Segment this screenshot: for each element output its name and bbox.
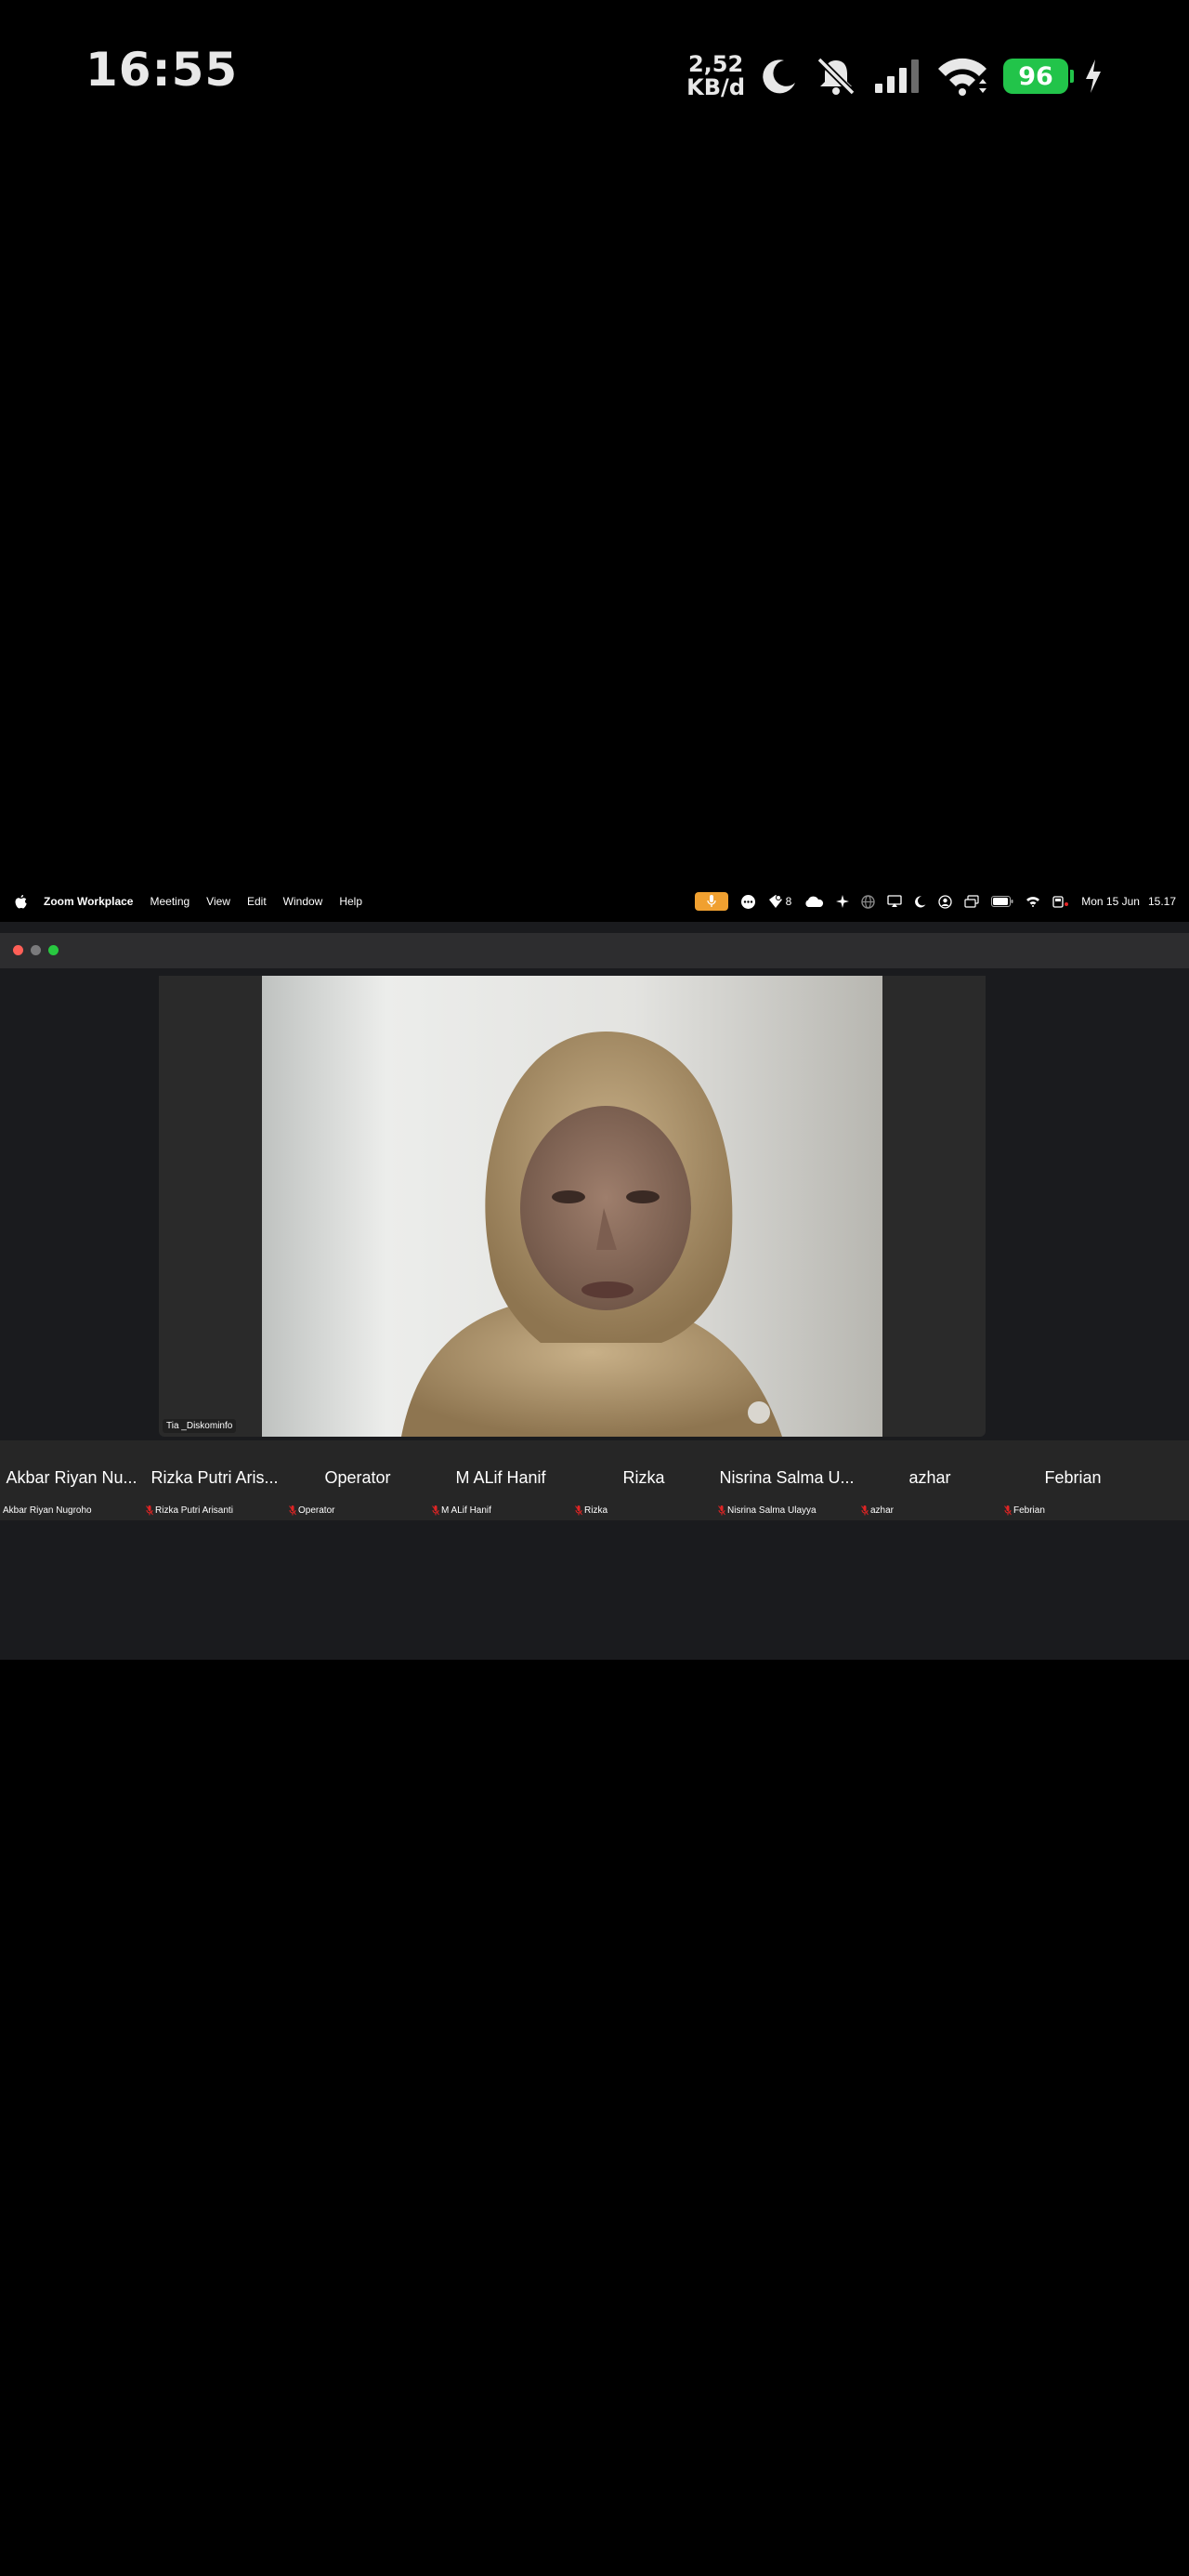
participant-tile-label: M ALif Hanif [455,1468,546,1487]
charging-bolt-icon [1083,58,1104,95]
participant-tile-label: Rizka [622,1468,665,1487]
participant-tile-label: Rizka Putri Aris... [150,1468,279,1487]
participant-name-tag: Operator [289,1505,334,1516]
battery-icon[interactable] [991,896,1013,907]
menu-window[interactable]: Window [283,895,323,908]
sparkle-icon[interactable] [836,895,850,908]
bell-muted-icon [814,56,858,97]
moon-icon [760,57,799,96]
participant-tile-label: azhar [908,1468,951,1487]
maximize-window-button[interactable] [48,945,59,955]
muted-mic-icon [575,1505,582,1516]
muted-mic-icon [1004,1505,1012,1516]
globe-icon[interactable] [861,894,875,909]
participant-tile[interactable]: Nisrina Salma U... Nisrina Salma Ulayya [715,1440,858,1520]
participant-full-name: azhar [870,1505,895,1516]
network-speed-value: 2,52 [687,51,744,77]
participant-tile[interactable]: Rizka Putri Aris... Rizka Putri Arisanti [143,1440,286,1520]
participant-name-tag: Febrian [1004,1505,1045,1516]
android-status-bar: 16:55 2,52 KB/d 96 [0,0,1189,149]
participant-full-name: Rizka [584,1505,608,1516]
close-window-button[interactable] [13,945,23,955]
apple-logo-icon[interactable] [15,894,27,909]
participant-tile-label: Operator [324,1468,391,1487]
menu-edit[interactable]: Edit [247,895,267,908]
active-speaker-tile[interactable]: Tia _Diskominfo [159,976,986,1437]
participant-gallery-strip: Akbar Riyan Nu... Akbar Riyan Nugroho Ri… [0,1440,1189,1520]
participant-full-name: Rizka Putri Arisanti [155,1505,233,1516]
participant-name-tag: M ALif Hanif [432,1505,491,1516]
muted-mic-icon [146,1505,153,1516]
network-speed: 2,52 KB/d [686,53,745,99]
menu-bar-date: Mon 15 Jun [1081,895,1140,908]
window-switch-icon[interactable] [964,895,979,908]
participant-full-name: M ALif Hanif [441,1505,491,1516]
zoom-meeting-window: Tia _Diskominfo Akbar Riyan Nu... Akbar … [0,922,1189,1660]
participant-tile[interactable]: M ALif Hanif M ALif Hanif [429,1440,572,1520]
participant-full-name: Febrian [1013,1505,1045,1516]
muted-mic-icon [861,1505,869,1516]
participant-tile[interactable]: Febrian Febrian [1001,1440,1144,1520]
mac-menu-bar: Zoom Workplace Meeting View Edit Window … [0,881,1189,922]
notification-badge[interactable]: 8 [768,894,792,909]
participant-tile-label: Nisrina Salma U... [719,1468,855,1487]
participant-tile-label: Akbar Riyan Nu... [6,1468,137,1487]
participant-name-tag: Rizka [575,1505,608,1516]
screen-mirroring-icon[interactable] [887,895,902,908]
participant-name-tag: Akbar Riyan Nugroho [3,1505,92,1516]
muted-mic-icon [289,1505,296,1516]
menu-view[interactable]: View [206,895,230,908]
participant-full-name: Operator [298,1505,335,1516]
control-center-icon[interactable] [1052,895,1069,908]
chat-bubble-icon[interactable] [740,894,756,910]
muted-mic-icon [432,1505,439,1516]
status-icons: 2,52 KB/d 96 [686,48,1104,104]
participant-tile[interactable]: Rizka Rizka [572,1440,715,1520]
window-title-bar[interactable] [0,933,1189,968]
battery-indicator: 96 [1003,59,1074,94]
menu-help[interactable]: Help [339,895,362,908]
participant-name-tag: Rizka Putri Arisanti [146,1505,233,1516]
participant-tile[interactable]: azhar azhar [858,1440,1001,1520]
participant-tile[interactable]: Akbar Riyan Nu... Akbar Riyan Nugroho [0,1440,143,1520]
minimize-window-button[interactable] [31,945,41,955]
cloud-icon[interactable] [804,896,824,908]
participant-full-name: Nisrina Salma Ulayya [727,1505,817,1516]
speaker-video-feed [262,976,882,1437]
menu-bar-clock[interactable]: Mon 15 Jun 15.17 [1081,895,1176,908]
participant-name-tag: Nisrina Salma Ulayya [718,1505,817,1516]
app-name-menu[interactable]: Zoom Workplace [44,895,133,908]
participant-name-tag: azhar [861,1505,894,1516]
menu-bar-time: 15.17 [1147,895,1176,908]
microphone-in-use-icon[interactable] [694,892,728,911]
participant-full-name: Akbar Riyan Nugroho [3,1505,92,1516]
participant-tile-label: Febrian [1044,1468,1102,1487]
menu-meeting[interactable]: Meeting [150,895,189,908]
network-speed-unit: KB/d [686,74,745,100]
muted-mic-icon [718,1505,725,1516]
focus-moon-icon[interactable] [914,895,926,908]
user-account-icon[interactable] [938,894,952,909]
notification-count: 8 [785,895,792,908]
active-speaker-name: Tia _Diskominfo [163,1419,237,1433]
cellular-signal-icon [873,58,921,95]
participant-tile[interactable]: Operator Operator [286,1440,429,1520]
wifi-menu-icon[interactable] [1026,896,1040,907]
status-clock: 16:55 [85,43,239,97]
wifi-icon [936,56,988,97]
